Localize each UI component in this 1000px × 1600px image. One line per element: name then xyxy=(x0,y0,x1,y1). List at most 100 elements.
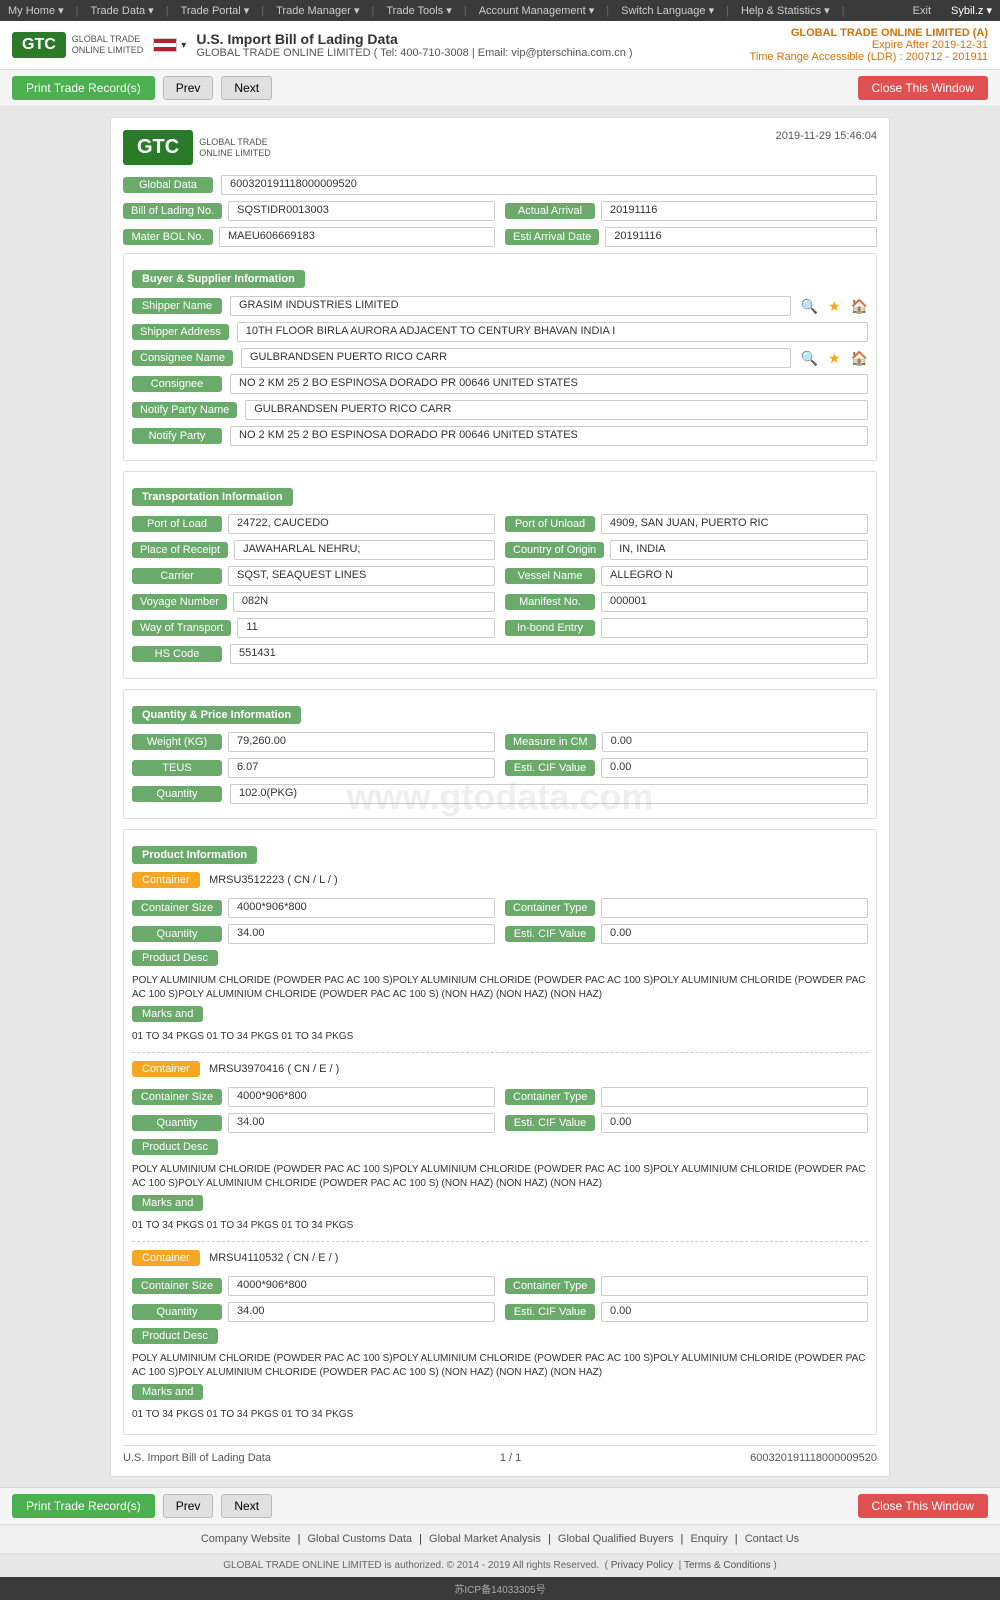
marks-label-3: Marks and xyxy=(132,1384,203,1400)
hs-code-label: HS Code xyxy=(132,646,222,662)
record-logo: GTC GLOBAL TRADEONLINE LIMITED xyxy=(123,130,271,165)
port-of-load-label: Port of Load xyxy=(132,516,222,532)
home-icon[interactable]: 🏠 xyxy=(851,298,868,315)
nav-helpstats[interactable]: Help & Statistics ▾ xyxy=(741,4,830,17)
next-button[interactable]: Next xyxy=(221,76,272,100)
global-data-row: Global Data 600320191118000009520 xyxy=(123,175,877,195)
container-qty-cif-row-2: Quantity 34.00 Esti. CIF Value 0.00 xyxy=(132,1113,868,1133)
terms-link[interactable]: Terms & Conditions xyxy=(684,1560,771,1571)
home-icon-2[interactable]: 🏠 xyxy=(851,350,868,367)
consignee-row: Consignee NO 2 KM 25 2 BO ESPINOSA DORAD… xyxy=(132,374,868,394)
container-size-type-row-1: Container Size 4000*906*800 Container Ty… xyxy=(132,898,868,918)
nav-tradeportal[interactable]: Trade Portal ▾ xyxy=(181,4,250,17)
search-icon[interactable]: 🔍 xyxy=(801,298,818,315)
actual-arrival-value: 20191116 xyxy=(601,201,877,221)
account-expire: Expire After 2019-12-31 xyxy=(750,39,988,51)
nav-switchlang[interactable]: Switch Language ▾ xyxy=(621,4,714,17)
nav-tradetools[interactable]: Trade Tools ▾ xyxy=(386,4,451,17)
consignee-value: NO 2 KM 25 2 BO ESPINOSA DORADO PR 00646… xyxy=(230,374,868,394)
footer-link-contact[interactable]: Contact Us xyxy=(745,1533,799,1545)
product-desc-text-3: POLY ALUMINIUM CHLORIDE (POWDER PAC AC 1… xyxy=(132,1352,868,1380)
product-desc-text-2: POLY ALUMINIUM CHLORIDE (POWDER PAC AC 1… xyxy=(132,1163,868,1191)
container-type-value-3 xyxy=(601,1276,868,1296)
next-button-bottom[interactable]: Next xyxy=(221,1494,272,1518)
print-button-bottom[interactable]: Print Trade Record(s) xyxy=(12,1494,155,1518)
record-timestamp: 2019-11-29 15:46:04 xyxy=(776,130,877,142)
container-type-value-2 xyxy=(601,1087,868,1107)
nav-user: Sybil.z ▾ xyxy=(951,4,992,17)
marks-label-1: Marks and xyxy=(132,1006,203,1022)
mater-bol-label: Mater BOL No. xyxy=(123,229,213,245)
esti-cif-value: 0.00 xyxy=(601,758,868,778)
divider-2 xyxy=(132,1241,868,1242)
footer-link-company[interactable]: Company Website xyxy=(201,1533,291,1545)
logo-box: GTC xyxy=(12,32,66,58)
shipper-name-label: Shipper Name xyxy=(132,298,222,314)
manifest-no-label: Manifest No. xyxy=(505,594,595,610)
quantity-value: 102.0(PKG) xyxy=(230,784,868,804)
carrier-value: SQST, SEAQUEST LINES xyxy=(228,566,495,586)
prev-button-bottom[interactable]: Prev xyxy=(163,1494,214,1518)
vessel-name-label: Vessel Name xyxy=(505,568,595,584)
manifest-no-value: 000001 xyxy=(601,592,868,612)
container-type-label-2: Container Type xyxy=(505,1089,595,1105)
marks-value-2: 01 TO 34 PKGS 01 TO 34 PKGS 01 TO 34 PKG… xyxy=(132,1219,868,1233)
nav-tradedata[interactable]: Trade Data ▾ xyxy=(91,4,154,17)
footer-link-customs[interactable]: Global Customs Data xyxy=(308,1533,413,1545)
notify-party-row: Notify Party NO 2 KM 25 2 BO ESPINOSA DO… xyxy=(132,426,868,446)
country-of-origin-value: IN, INDIA xyxy=(610,540,868,560)
consignee-name-value: GULBRANDSEN PUERTO RICO CARR xyxy=(241,348,791,368)
voyage-number-label: Voyage Number xyxy=(132,594,227,610)
nav-myhome[interactable]: My Home ▾ xyxy=(8,4,64,17)
prev-button[interactable]: Prev xyxy=(163,76,214,100)
footer-link-buyers[interactable]: Global Qualified Buyers xyxy=(558,1533,674,1545)
teus-cif-row: TEUS 6.07 Esti. CIF Value 0.00 xyxy=(132,758,868,778)
close-button[interactable]: Close This Window xyxy=(858,76,988,100)
quantity-row: Quantity 102.0(PKG) xyxy=(132,784,868,804)
teus-label: TEUS xyxy=(132,760,222,776)
notify-party-value: NO 2 KM 25 2 BO ESPINOSA DORADO PR 00646… xyxy=(230,426,868,446)
receipt-origin-row: Place of Receipt JAWAHARLAL NEHRU; Count… xyxy=(132,540,868,560)
nav-accountmgmt[interactable]: Account Management ▾ xyxy=(479,4,595,17)
footer-link-market[interactable]: Global Market Analysis xyxy=(429,1533,541,1545)
search-icon-2[interactable]: 🔍 xyxy=(801,350,818,367)
voyage-manifest-row: Voyage Number 082N Manifest No. 000001 xyxy=(132,592,868,612)
esti-cif-label: Esti. CIF Value xyxy=(505,760,595,776)
flag-dropdown-icon[interactable]: ▾ xyxy=(181,40,186,51)
main-content: www.gtodata.com GTC GLOBAL TRADEONLINE L… xyxy=(0,107,1000,1487)
consignee-label: Consignee xyxy=(132,376,222,392)
actual-arrival-label: Actual Arrival xyxy=(505,203,595,219)
shipper-address-label: Shipper Address xyxy=(132,324,229,340)
company-contact: GLOBAL TRADE ONLINE LIMITED ( Tel: 400-7… xyxy=(196,47,739,59)
footer-link-enquiry[interactable]: Enquiry xyxy=(690,1533,727,1545)
marks-label-2: Marks and xyxy=(132,1195,203,1211)
mater-bol-value: MAEU606669183 xyxy=(219,227,495,247)
place-of-receipt-value: JAWAHARLAL NEHRU; xyxy=(234,540,495,560)
container-size-value-1: 4000*906*800 xyxy=(228,898,495,918)
port-of-unload-value: 4909, SAN JUAN, PUERTO RIC xyxy=(601,514,868,534)
print-button[interactable]: Print Trade Record(s) xyxy=(12,76,155,100)
privacy-link[interactable]: Privacy Policy xyxy=(611,1560,673,1571)
container-type-value-1 xyxy=(601,898,868,918)
nav-trademanager[interactable]: Trade Manager ▾ xyxy=(276,4,359,17)
container-type-label-3: Container Type xyxy=(505,1278,595,1294)
notify-party-name-label: Notify Party Name xyxy=(132,402,237,418)
record-logo-subtext: GLOBAL TRADEONLINE LIMITED xyxy=(199,137,271,159)
account-timerange: Time Range Accessible (LDR) : 200712 - 2… xyxy=(750,51,988,63)
container-size-label-2: Container Size xyxy=(132,1089,222,1105)
weight-label: Weight (KG) xyxy=(132,734,222,750)
record-footer-id: 600320191118000009520 xyxy=(750,1452,877,1464)
way-of-transport-label: Way of Transport xyxy=(132,620,231,636)
close-button-bottom[interactable]: Close This Window xyxy=(858,1494,988,1518)
nav-exit[interactable]: Exit xyxy=(913,5,931,17)
transportation-section: Transportation Information Port of Load … xyxy=(123,471,877,679)
quantity-price-header: Quantity & Price Information xyxy=(132,706,301,724)
marks-value-3: 01 TO 34 PKGS 01 TO 34 PKGS 01 TO 34 PKG… xyxy=(132,1408,868,1422)
divider-1 xyxy=(132,1052,868,1053)
star-icon[interactable]: ★ xyxy=(828,298,841,315)
hs-code-row: HS Code 551431 xyxy=(132,644,868,664)
star-icon-2[interactable]: ★ xyxy=(828,350,841,367)
product-desc-label-1: Product Desc xyxy=(132,950,218,966)
container-size-type-row-2: Container Size 4000*906*800 Container Ty… xyxy=(132,1087,868,1107)
container-cif-label-2: Esti. CIF Value xyxy=(505,1115,595,1131)
